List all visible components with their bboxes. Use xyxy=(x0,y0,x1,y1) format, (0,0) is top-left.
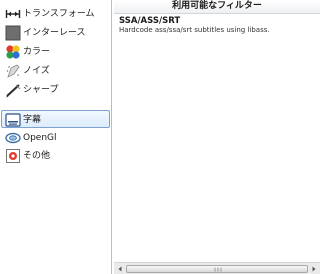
category-item-interlace[interactable]: インターレース xyxy=(1,24,110,42)
category-label-interlace: インターレース xyxy=(23,28,86,38)
category-item-misc[interactable]: その他 xyxy=(1,147,110,165)
color-icon xyxy=(6,45,20,59)
horizontal-scrollbar[interactable] xyxy=(114,262,320,274)
grip-icon xyxy=(214,267,222,272)
category-item-color[interactable]: カラー xyxy=(1,43,110,61)
misc-icon xyxy=(6,149,20,163)
available-filters-header: 利用可能なフィルター xyxy=(114,0,320,14)
category-item-noise[interactable]: ノイズ xyxy=(1,62,110,80)
filter-list-item[interactable]: SSA/ASS/SRT Hardcode ass/ssa/srt subtitl… xyxy=(115,15,319,37)
filter-category-list: トランスフォーム インターレース カラー ノイズ シャープ 字幕 OpenGl … xyxy=(0,0,112,274)
available-filters-panel: 利用可能なフィルター SSA/ASS/SRT Hardcode ass/ssa/… xyxy=(114,0,320,274)
category-item-subtitles[interactable]: 字幕 xyxy=(1,110,110,128)
scroll-left-button[interactable] xyxy=(115,264,125,274)
panel-title: 利用可能なフィルター xyxy=(172,1,262,11)
filter-name: SSA/ASS/SRT xyxy=(119,16,181,26)
chevron-right-icon xyxy=(312,266,316,272)
scrollbar-thumb[interactable] xyxy=(126,265,308,273)
sharpen-icon xyxy=(6,84,21,98)
opengl-icon xyxy=(5,132,21,144)
subtitle-icon xyxy=(5,113,21,127)
category-item-transform[interactable]: トランスフォーム xyxy=(1,5,110,23)
category-label-subtitles: 字幕 xyxy=(23,115,42,125)
filter-description: Hardcode ass/ssa/srt subtitles using lib… xyxy=(119,26,270,34)
noise-icon xyxy=(6,64,20,78)
category-item-opengl[interactable]: OpenGl xyxy=(1,129,110,147)
filter-dialog: トランスフォーム インターレース カラー ノイズ シャープ 字幕 OpenGl … xyxy=(0,0,320,274)
transform-icon xyxy=(5,10,21,18)
category-label-misc: その他 xyxy=(23,151,51,161)
interlace-icon xyxy=(5,25,21,41)
category-label-opengl: OpenGl xyxy=(23,133,57,143)
scroll-right-button[interactable] xyxy=(309,264,319,274)
category-label-noise: ノイズ xyxy=(23,66,50,76)
category-label-color: カラー xyxy=(23,47,51,57)
chevron-left-icon xyxy=(118,266,122,272)
category-label-transform: トランスフォーム xyxy=(23,9,95,19)
category-label-sharpen: シャープ xyxy=(23,85,59,95)
category-item-sharpen[interactable]: シャープ xyxy=(1,81,110,99)
